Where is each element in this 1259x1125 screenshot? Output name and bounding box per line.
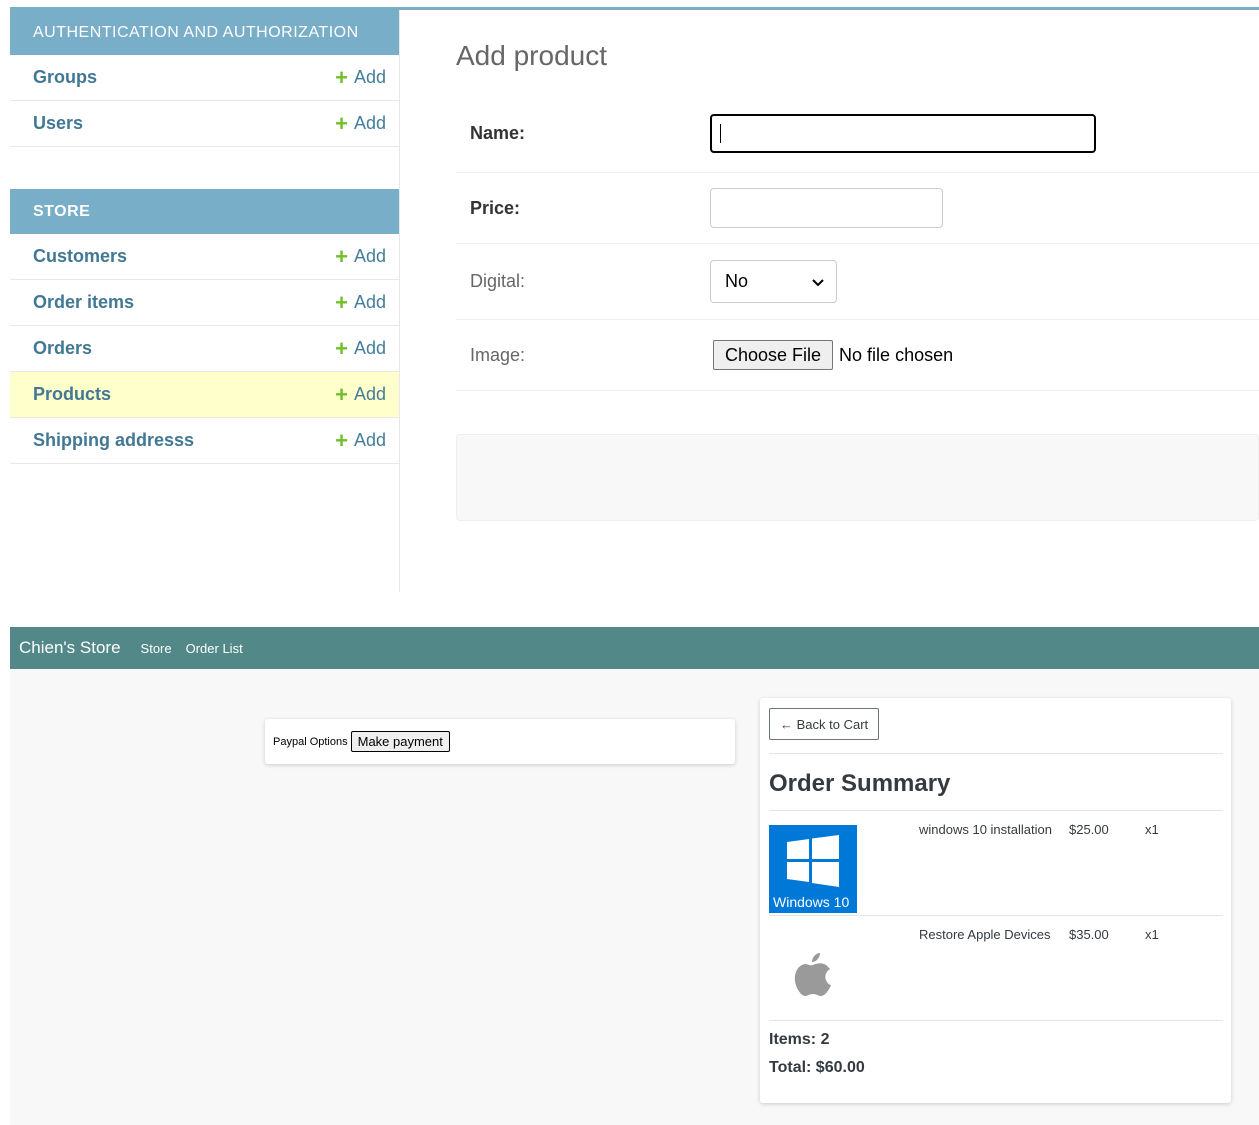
item-name: Restore Apple Devices xyxy=(919,927,1051,942)
sidebar-item-products: Products + Add xyxy=(10,372,399,418)
sidebar-item-orders: Orders + Add xyxy=(10,326,399,372)
item-quantity: x1 xyxy=(1145,927,1159,942)
order-total: Total: $60.00 xyxy=(769,1059,865,1076)
shipping-addresss-link[interactable]: Shipping addresss xyxy=(33,430,194,451)
digital-select[interactable]: No xyxy=(710,260,837,303)
back-to-cart-button[interactable]: ← Back to Cart xyxy=(769,708,880,740)
order-items-add-link[interactable]: + Add xyxy=(335,289,386,315)
plus-icon: + xyxy=(335,110,348,136)
windows-logo-icon xyxy=(787,835,839,887)
apple-thumbnail xyxy=(769,930,857,1018)
cart-item-row: Windows 10 windows 10 installation $25.0… xyxy=(769,811,1223,916)
add-label: Add xyxy=(353,430,386,450)
auth-module: AUTHENTICATION AND AUTHORIZATION Groups … xyxy=(10,10,399,147)
name-label: Name: xyxy=(470,123,526,143)
sidebar-item-order-items: Order items + Add xyxy=(10,280,399,326)
image-label: Image: xyxy=(470,344,526,365)
cart-item-row: Restore Apple Devices $35.00 x1 xyxy=(769,916,1223,1021)
price-input[interactable] xyxy=(710,188,943,228)
nav-link-store[interactable]: Store xyxy=(141,641,172,656)
customers-link[interactable]: Customers xyxy=(33,246,127,267)
module-gap xyxy=(10,147,399,189)
add-label: Add xyxy=(353,113,386,133)
users-link[interactable]: Users xyxy=(33,113,83,134)
sidebar-item-groups: Groups + Add xyxy=(10,55,399,101)
item-price: $35.00 xyxy=(1069,927,1109,942)
chevron-down-icon xyxy=(812,274,824,290)
navbar: Chien's Store Store Order List xyxy=(10,627,1259,669)
items-count: Items: 2 xyxy=(769,1031,830,1048)
image-file-input: Choose File No file chosen xyxy=(713,340,953,370)
add-label: Add xyxy=(353,292,386,312)
digital-selected-value: No xyxy=(725,271,749,291)
no-file-text: No file chosen xyxy=(839,344,954,365)
apple-logo-icon xyxy=(794,953,831,996)
page-title: Add product xyxy=(456,40,607,71)
admin-content: Add product Name: Price: Digital: No Ima… xyxy=(456,10,1259,521)
store-module-caption: STORE xyxy=(10,189,399,234)
price-label: Price: xyxy=(470,197,521,218)
plus-icon: + xyxy=(335,243,348,269)
auth-module-caption: AUTHENTICATION AND AUTHORIZATION xyxy=(10,10,399,55)
users-add-link[interactable]: + Add xyxy=(335,110,386,136)
plus-icon: + xyxy=(335,64,348,90)
order-summary-box: ← Back to Cart Order Summary Windows 10 … xyxy=(760,698,1231,1103)
make-payment-button[interactable]: Make payment xyxy=(350,731,450,752)
add-label: Add xyxy=(353,384,386,404)
add-label: Add xyxy=(353,246,386,266)
order-items-link[interactable]: Order items xyxy=(33,292,134,313)
form-row-digital: Digital: No xyxy=(456,244,1259,320)
payment-box: Paypal Options Make payment xyxy=(265,719,735,764)
orders-link[interactable]: Orders xyxy=(33,338,92,359)
form-row-image: Image: Choose File No file chosen xyxy=(456,320,1259,391)
digital-label: Digital: xyxy=(470,271,526,291)
customers-add-link[interactable]: + Add xyxy=(335,243,386,269)
products-add-link[interactable]: + Add xyxy=(335,381,386,407)
sidebar-item-users: Users + Add xyxy=(10,101,399,147)
item-name: windows 10 installation xyxy=(919,822,1052,837)
store-module: STORE Customers + Add Order items + Add Or… xyxy=(10,189,399,464)
order-totals: Items: 2 Total: $60.00 xyxy=(769,1021,1223,1087)
add-label: Add xyxy=(353,67,386,87)
form-row-name: Name: xyxy=(456,95,1259,173)
item-price: $25.00 xyxy=(1069,822,1109,837)
windows-10-thumbnail: Windows 10 xyxy=(769,825,857,913)
windows-caption: Windows 10 xyxy=(773,894,850,910)
plus-icon: + xyxy=(335,289,348,315)
shipping-addresss-add-link[interactable]: + Add xyxy=(335,427,386,453)
summary-title: Order Summary xyxy=(769,770,951,797)
name-input[interactable] xyxy=(710,114,1096,153)
sidebar-item-shipping-addresss: Shipping addresss + Add xyxy=(10,418,399,464)
plus-icon: + xyxy=(335,381,348,407)
paypal-options-label: Paypal Options xyxy=(273,735,348,748)
plus-icon: + xyxy=(335,427,348,453)
groups-add-link[interactable]: + Add xyxy=(335,64,386,90)
plus-icon: + xyxy=(335,335,348,361)
admin-sidebar: AUTHENTICATION AND AUTHORIZATION Groups … xyxy=(10,10,400,592)
form-row-price: Price: xyxy=(456,173,1259,244)
item-quantity: x1 xyxy=(1145,822,1159,837)
store-page: Chien's Store Store Order List Paypal Op… xyxy=(10,627,1259,1125)
sidebar-item-customers: Customers + Add xyxy=(10,234,399,280)
nav-link-order-list[interactable]: Order List xyxy=(186,641,243,656)
orders-add-link[interactable]: + Add xyxy=(335,335,386,361)
submit-row xyxy=(456,434,1259,521)
text-caret xyxy=(720,124,721,143)
products-link[interactable]: Products xyxy=(33,384,111,405)
groups-link[interactable]: Groups xyxy=(33,67,97,88)
brand-link[interactable]: Chien's Store xyxy=(19,638,121,658)
choose-file-button[interactable]: Choose File xyxy=(713,340,834,370)
add-label: Add xyxy=(353,338,386,358)
